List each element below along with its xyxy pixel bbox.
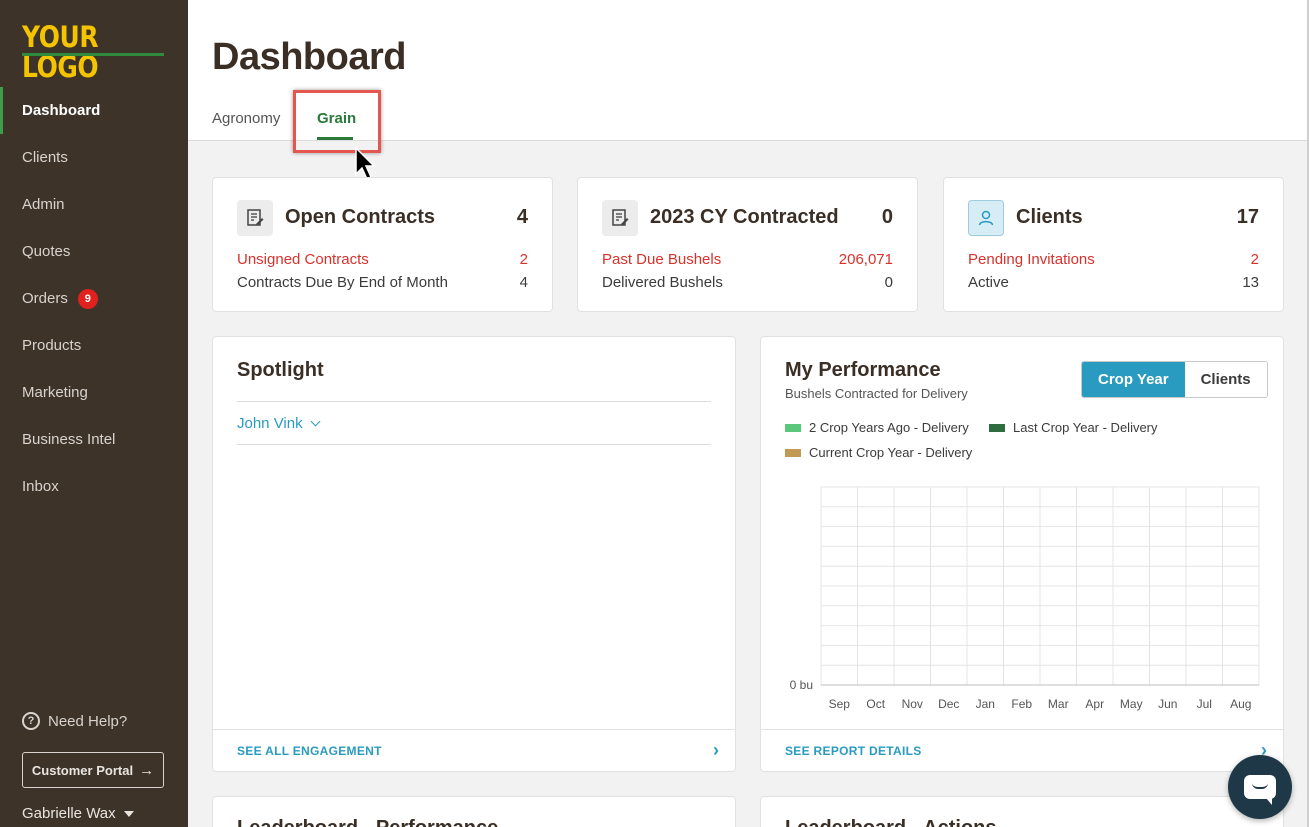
- spotlight-client-select[interactable]: John Vink: [237, 415, 321, 432]
- logo[interactable]: YOUR LOGO: [22, 22, 165, 82]
- nav-item-label: Marketing: [22, 384, 88, 401]
- x-tick-label: May: [1120, 697, 1143, 711]
- x-tick-label: Mar: [1048, 697, 1069, 711]
- spotlight-client-name: John Vink: [237, 415, 303, 432]
- nav-item-label: Orders: [22, 290, 68, 307]
- cy-contracted-card[interactable]: 2023 CY Contracted 0 Past Due Bushels 206…: [577, 177, 918, 312]
- nav-item-label: Business Intel: [22, 431, 116, 448]
- nav-item-business-intel[interactable]: Business Intel: [0, 416, 188, 463]
- stat-row-value: 4: [519, 274, 528, 291]
- x-tick-label: Oct: [866, 697, 885, 711]
- stat-row[interactable]: Delivered Bushels 0: [602, 274, 893, 291]
- stat-row[interactable]: Past Due Bushels 206,071: [602, 251, 893, 268]
- stat-count: 0: [881, 206, 893, 228]
- card-title: Leaderboard - Actions: [785, 817, 997, 827]
- stat-row-value: 0: [884, 274, 893, 291]
- sidebar: YOUR LOGO Dashboard Clients Admin Quotes…: [0, 0, 188, 827]
- open-contracts-card[interactable]: Open Contracts 4 Unsigned Contracts 2 Con…: [212, 177, 553, 312]
- stat-title: Clients: [1016, 206, 1083, 228]
- nav-item-label: Inbox: [22, 478, 59, 495]
- spotlight-footer[interactable]: SEE ALL ENGAGEMENT ›: [213, 729, 735, 771]
- x-tick-label: Feb: [1011, 697, 1032, 711]
- caret-down-icon: [123, 810, 134, 817]
- user-menu[interactable]: Gabrielle Wax: [22, 805, 134, 822]
- chevron-right-icon[interactable]: ›: [713, 740, 719, 761]
- clients-card[interactable]: Clients 17 Pending Invitations 2 Active 13: [943, 177, 1284, 312]
- nav-item-dashboard[interactable]: Dashboard: [0, 87, 188, 134]
- spotlight-title: Spotlight: [237, 359, 324, 381]
- card-title: Leaderboard - Performance: [237, 817, 498, 827]
- stat-row[interactable]: Pending Invitations 2: [968, 251, 1259, 268]
- stat-count: 4: [516, 206, 528, 228]
- logo-underline: [22, 53, 164, 56]
- nav-item-products[interactable]: Products: [0, 322, 188, 369]
- stat-title: 2023 CY Contracted: [650, 206, 839, 228]
- need-help-label: Need Help?: [48, 712, 128, 730]
- stat-row-value: 2: [1250, 251, 1259, 268]
- spotlight-panel: Spotlight John Vink SEE ALL ENGAGEMENT ›: [212, 336, 736, 772]
- x-tick-label: Sep: [829, 697, 851, 711]
- divider: [237, 444, 711, 445]
- stat-row[interactable]: Contracts Due By End of Month 4: [237, 274, 528, 291]
- nav-item-orders[interactable]: Orders 9: [0, 275, 188, 322]
- nav-item-label: Admin: [22, 196, 65, 213]
- tab-agronomy[interactable]: Agronomy: [212, 110, 280, 127]
- nav-item-label: Products: [22, 337, 82, 354]
- nav-item-label: Quotes: [22, 243, 71, 260]
- stat-row-label: Contracts Due By End of Month: [237, 274, 448, 291]
- x-tick-label: Apr: [1085, 697, 1104, 711]
- x-tick-label: Nov: [902, 697, 923, 711]
- arrow-right-icon: →: [139, 761, 155, 779]
- nav-item-marketing[interactable]: Marketing: [0, 369, 188, 416]
- y-tick-label: 0 bu: [790, 678, 813, 692]
- page-title: Dashboard: [212, 36, 406, 78]
- leaderboard-performance-card: Leaderboard - Performance: [212, 796, 736, 827]
- x-tick-label: Jan: [976, 697, 995, 711]
- contract-icon: [602, 200, 638, 236]
- stat-row-label: Unsigned Contracts: [237, 251, 369, 268]
- leaderboard-actions-card: Leaderboard - Actions: [760, 796, 1284, 827]
- user-name: Gabrielle Wax: [22, 805, 116, 822]
- divider: [237, 401, 711, 402]
- performance-footer[interactable]: SEE REPORT DETAILS ›: [761, 729, 1283, 771]
- x-tick-label: Aug: [1230, 697, 1251, 711]
- chevron-down-icon: [310, 416, 321, 427]
- stat-row-label: Past Due Bushels: [602, 251, 722, 268]
- question-circle-icon: ?: [22, 712, 40, 730]
- performance-chart: 0 bu Sep Oct Nov Dec Jan Feb Mar Apr May Jun Jul Aug: [790, 486, 1260, 711]
- chat-launcher-button[interactable]: [1228, 755, 1292, 819]
- nav-list: Dashboard Clients Admin Quotes Orders 9 P…: [0, 87, 188, 510]
- nav-item-label: Dashboard: [22, 102, 101, 119]
- stat-title: Open Contracts: [285, 206, 436, 228]
- nav-item-label: Clients: [22, 149, 68, 166]
- need-help-link[interactable]: ? Need Help?: [22, 712, 127, 730]
- orders-count-badge: 9: [77, 288, 98, 309]
- nav-item-clients[interactable]: Clients: [0, 134, 188, 181]
- x-tick-label: Jun: [1158, 697, 1177, 711]
- stat-row-label: Delivered Bushels: [602, 274, 723, 291]
- person-icon: [968, 200, 1004, 236]
- see-report-details-link[interactable]: SEE REPORT DETAILS: [785, 744, 922, 758]
- x-tick-label: Jul: [1197, 697, 1212, 711]
- x-tick-label: Dec: [938, 697, 959, 711]
- contract-icon: [237, 200, 273, 236]
- nav-item-quotes[interactable]: Quotes: [0, 228, 188, 275]
- tab-highlight-annotation: [293, 90, 381, 153]
- stat-row-value: 13: [1242, 274, 1259, 291]
- customer-portal-label: Customer Portal: [31, 762, 134, 778]
- nav-item-inbox[interactable]: Inbox: [0, 463, 188, 510]
- chat-icon: [1244, 775, 1276, 805]
- stat-count: 17: [1236, 206, 1259, 228]
- nav-item-admin[interactable]: Admin: [0, 181, 188, 228]
- stat-row[interactable]: Unsigned Contracts 2: [237, 251, 528, 268]
- customer-portal-button[interactable]: Customer Portal →: [22, 752, 164, 788]
- stat-row[interactable]: Active 13: [968, 274, 1259, 291]
- performance-panel: My Performance Bushels Contracted for De…: [760, 336, 1284, 772]
- stat-row-label: Pending Invitations: [968, 251, 1095, 268]
- stat-row-value: 2: [519, 251, 528, 268]
- stat-row-value: 206,071: [838, 251, 893, 268]
- see-all-engagement-link[interactable]: SEE ALL ENGAGEMENT: [237, 744, 382, 758]
- stat-row-label: Active: [968, 274, 1009, 291]
